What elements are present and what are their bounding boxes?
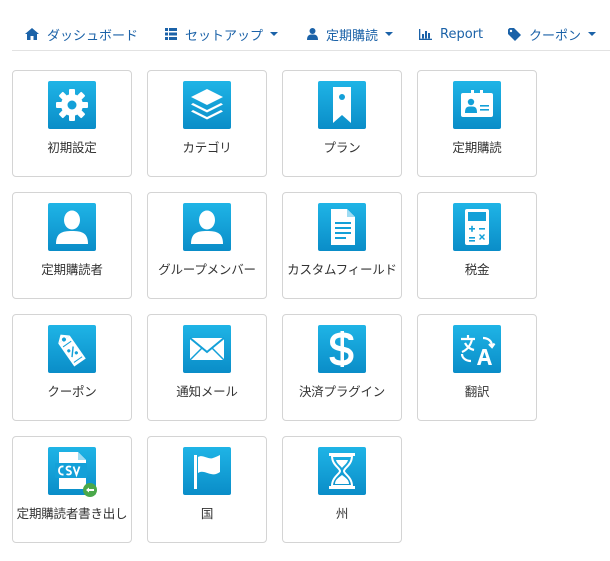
tile-label: カテゴリ [182, 140, 232, 155]
nav-coupon-label: クーポン [529, 28, 582, 44]
nav-report[interactable]: Report [419, 24, 483, 44]
tile-state[interactable]: 州 [282, 436, 402, 543]
tile-label: プラン [323, 140, 361, 155]
tile-group-members[interactable]: グループメンバー [147, 192, 267, 299]
tile-translation[interactable]: 翻訳 [417, 314, 537, 421]
bar-chart-icon [419, 28, 432, 40]
tile-country[interactable]: 国 [147, 436, 267, 543]
tile-subscription[interactable]: 定期購読 [417, 70, 537, 177]
tile-payment-plugins[interactable]: 決済プラグイン [282, 314, 402, 421]
translate-icon [453, 325, 501, 373]
envelope-icon [183, 325, 231, 373]
tile-category[interactable]: カテゴリ [147, 70, 267, 177]
caret-down-icon [385, 32, 394, 36]
caret-down-icon [588, 32, 597, 36]
dollar-icon [318, 325, 366, 373]
tile-label: 定期購読者書き出し [16, 506, 128, 521]
tile-custom-fields[interactable]: カスタムフィールド [282, 192, 402, 299]
tile-label: 国 [200, 506, 214, 521]
nav-subscription-dropdown[interactable]: 定期購読 [307, 24, 394, 44]
nav-dashboard[interactable]: ダッシュボード [25, 24, 138, 44]
calculator-icon [453, 203, 501, 251]
caret-down-icon [270, 32, 279, 36]
list-icon [165, 28, 177, 40]
tile-notification-mail[interactable]: 通知メール [147, 314, 267, 421]
nav-setup-label: セットアップ [185, 28, 264, 44]
tile-label: クーポン [47, 384, 97, 399]
tile-label: 初期設定 [47, 140, 97, 155]
layers-icon [183, 81, 231, 129]
document-icon [318, 203, 366, 251]
flag-icon [183, 447, 231, 495]
home-icon [25, 28, 39, 40]
user-icon [183, 203, 231, 251]
tile-label: 州 [335, 506, 349, 521]
nav-setup-dropdown[interactable]: セットアップ [165, 24, 279, 44]
nav-report-label: Report [440, 26, 484, 42]
tile-label: 定期購読 [452, 140, 502, 155]
tile-label: 税金 [464, 262, 490, 277]
nav-dashboard-label: ダッシュボード [47, 28, 139, 44]
tile-plan[interactable]: プラン [282, 70, 402, 177]
tile-label: 定期購読者 [41, 262, 103, 277]
tile-label: 決済プラグイン [298, 384, 386, 399]
tile-subscriber-export[interactable]: 定期購読者書き出し [12, 436, 132, 543]
nav-coupon-dropdown[interactable]: クーポン [508, 24, 597, 44]
nav-subscription-label: 定期購読 [326, 28, 379, 44]
tile-label: グループメンバー [158, 262, 256, 277]
tile-subscribers[interactable]: 定期購読者 [12, 192, 132, 299]
hourglass-icon [318, 447, 366, 495]
id-card-icon [453, 81, 501, 129]
coupon-tag-icon [48, 325, 96, 373]
tile-tax[interactable]: 税金 [417, 192, 537, 299]
export-badge-icon [83, 483, 97, 497]
tile-initial-settings[interactable]: 初期設定 [12, 70, 132, 177]
tile-label: 翻訳 [464, 384, 490, 399]
user-icon [307, 28, 318, 40]
tile-label: 通知メール [176, 384, 238, 399]
tile-label: カスタムフィールド [287, 262, 397, 277]
top-navbar: ダッシュボード セットアップ 定期購読 Report クーポン [12, 0, 610, 51]
tag-icon [508, 27, 521, 41]
tile-coupon[interactable]: クーポン [12, 314, 132, 421]
bookmark-icon [318, 81, 366, 129]
user-icon [48, 203, 96, 251]
gear-icon [48, 81, 96, 129]
